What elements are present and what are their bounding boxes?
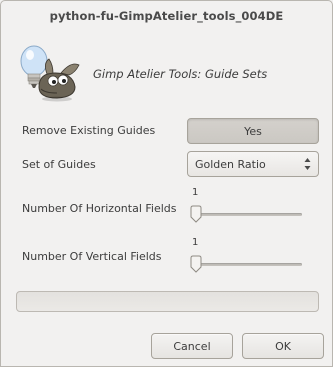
combo-updown-icon [304, 158, 311, 170]
window-title: python-fu-GimpAtelier_tools_004DE [49, 9, 284, 23]
vertical-fields-slider-handle[interactable] [190, 255, 202, 273]
guide-set-selected: Golden Ratio [195, 157, 266, 171]
guide-set-label: Set of Guides [22, 158, 96, 171]
progress-bar [16, 291, 319, 312]
vertical-fields-label: Number Of Vertical Fields [22, 250, 162, 263]
vertical-fields-trough[interactable] [192, 263, 302, 266]
cancel-button-label: Cancel [173, 339, 211, 353]
remove-guides-toggle-label: Yes [244, 124, 262, 138]
ok-button-label: OK [275, 339, 291, 353]
dialog-window: python-fu-GimpAtelier_tools_004DE Gimp A… [0, 0, 333, 367]
ok-button[interactable]: OK [242, 333, 324, 359]
horizontal-fields-slider-handle[interactable] [190, 205, 202, 223]
cancel-button[interactable]: Cancel [151, 333, 233, 359]
title-bar[interactable]: python-fu-GimpAtelier_tools_004DE [1, 1, 332, 31]
remove-guides-label: Remove Existing Guides [22, 124, 156, 137]
dialog-header: Gimp Atelier Tools: Guide Sets [15, 41, 320, 107]
horizontal-fields-value: 1 [192, 187, 199, 198]
horizontal-fields-label: Number Of Horizontal Fields [22, 202, 177, 215]
vertical-fields-value: 1 [192, 237, 199, 248]
horizontal-fields-trough[interactable] [192, 213, 302, 216]
gimp-wilber-lightbulb-icon [20, 45, 80, 102]
dialog-subtitle: Gimp Atelier Tools: Guide Sets [93, 67, 268, 81]
guide-set-combo[interactable]: Golden Ratio [187, 151, 319, 177]
remove-guides-toggle-button[interactable]: Yes [187, 118, 319, 144]
